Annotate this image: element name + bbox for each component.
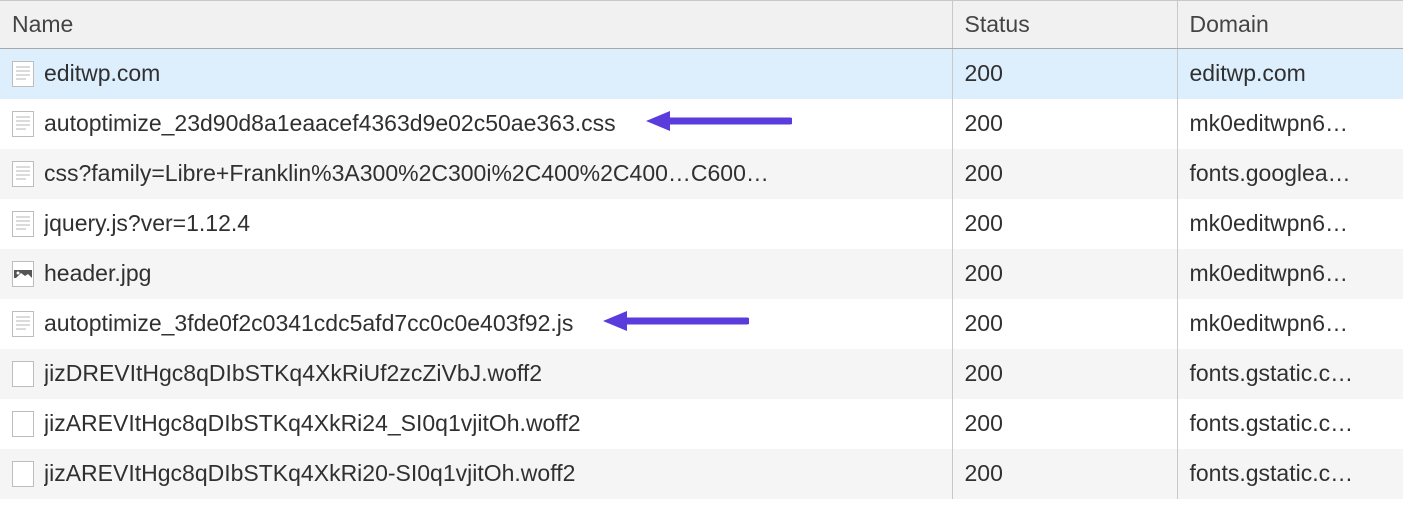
cell-domain[interactable]: fonts.gstatic.c… [1177, 349, 1403, 399]
document-file-icon [12, 61, 34, 87]
cell-domain[interactable]: fonts.gstatic.c… [1177, 449, 1403, 499]
cell-domain[interactable]: mk0editwpn6… [1177, 249, 1403, 299]
cell-name[interactable]: css?family=Libre+Franklin%3A300%2C300i%2… [0, 149, 952, 199]
table-row[interactable]: jizDREVItHgc8qDIbSTKq4XkRiUf2zcZiVbJ.wof… [0, 349, 1403, 399]
request-name: editwp.com [44, 60, 160, 87]
font-file-icon [12, 361, 34, 387]
column-header-name[interactable]: Name [0, 1, 952, 49]
cell-domain[interactable]: editwp.com [1177, 49, 1403, 99]
cell-status[interactable]: 200 [952, 299, 1177, 349]
cell-name[interactable]: editwp.com [0, 49, 952, 99]
request-name: autoptimize_23d90d8a1eaacef4363d9e02c50a… [44, 110, 616, 137]
table-row[interactable]: jquery.js?ver=1.12.4 200mk0editwpn6… [0, 199, 1403, 249]
request-name: jizAREVItHgc8qDIbSTKq4XkRi20-SI0q1vjitOh… [44, 460, 575, 487]
cell-status[interactable]: 200 [952, 449, 1177, 499]
cell-domain[interactable]: fonts.googlea… [1177, 149, 1403, 199]
cell-domain[interactable]: mk0editwpn6… [1177, 99, 1403, 149]
cell-name[interactable]: jizAREVItHgc8qDIbSTKq4XkRi20-SI0q1vjitOh… [0, 449, 952, 499]
image-file-icon [12, 261, 34, 287]
network-requests-table: Name Status Domain editwp.com200editwp.c… [0, 0, 1403, 499]
request-name: jizAREVItHgc8qDIbSTKq4XkRi24_SI0q1vjitOh… [44, 410, 581, 437]
request-name: jquery.js?ver=1.12.4 [44, 210, 250, 237]
cell-status[interactable]: 200 [952, 399, 1177, 449]
table-header-row: Name Status Domain [0, 1, 1403, 49]
cell-status[interactable]: 200 [952, 49, 1177, 99]
cell-name[interactable]: autoptimize_3fde0f2c0341cdc5afd7cc0c0e40… [0, 299, 952, 349]
table-row[interactable]: css?family=Libre+Franklin%3A300%2C300i%2… [0, 149, 1403, 199]
cell-status[interactable]: 200 [952, 349, 1177, 399]
cell-status[interactable]: 200 [952, 149, 1177, 199]
table-row[interactable]: autoptimize_23d90d8a1eaacef4363d9e02c50a… [0, 99, 1403, 149]
annotation-arrow-icon [642, 108, 792, 140]
cell-status[interactable]: 200 [952, 199, 1177, 249]
font-file-icon [12, 461, 34, 487]
cell-domain[interactable]: mk0editwpn6… [1177, 199, 1403, 249]
cell-name[interactable]: jquery.js?ver=1.12.4 [0, 199, 952, 249]
column-header-status[interactable]: Status [952, 1, 1177, 49]
cell-name[interactable]: header.jpg [0, 249, 952, 299]
cell-name[interactable]: jizAREVItHgc8qDIbSTKq4XkRi24_SI0q1vjitOh… [0, 399, 952, 449]
request-name: autoptimize_3fde0f2c0341cdc5afd7cc0c0e40… [44, 310, 573, 337]
cell-name[interactable]: jizDREVItHgc8qDIbSTKq4XkRiUf2zcZiVbJ.wof… [0, 349, 952, 399]
column-header-domain[interactable]: Domain [1177, 1, 1403, 49]
request-name: css?family=Libre+Franklin%3A300%2C300i%2… [44, 160, 769, 187]
cell-status[interactable]: 200 [952, 249, 1177, 299]
table-row[interactable]: autoptimize_3fde0f2c0341cdc5afd7cc0c0e40… [0, 299, 1403, 349]
annotation-arrow-icon [599, 308, 749, 340]
table-row[interactable]: header.jpg 200mk0editwpn6… [0, 249, 1403, 299]
document-file-icon [12, 311, 34, 337]
request-name: jizDREVItHgc8qDIbSTKq4XkRiUf2zcZiVbJ.wof… [44, 360, 542, 387]
document-file-icon [12, 161, 34, 187]
font-file-icon [12, 411, 34, 437]
request-name: header.jpg [44, 260, 151, 287]
document-file-icon [12, 211, 34, 237]
table-row[interactable]: jizAREVItHgc8qDIbSTKq4XkRi24_SI0q1vjitOh… [0, 399, 1403, 449]
cell-status[interactable]: 200 [952, 99, 1177, 149]
cell-name[interactable]: autoptimize_23d90d8a1eaacef4363d9e02c50a… [0, 99, 952, 149]
table-row[interactable]: editwp.com200editwp.com [0, 49, 1403, 99]
document-file-icon [12, 111, 34, 137]
cell-domain[interactable]: fonts.gstatic.c… [1177, 399, 1403, 449]
cell-domain[interactable]: mk0editwpn6… [1177, 299, 1403, 349]
table-row[interactable]: jizAREVItHgc8qDIbSTKq4XkRi20-SI0q1vjitOh… [0, 449, 1403, 499]
